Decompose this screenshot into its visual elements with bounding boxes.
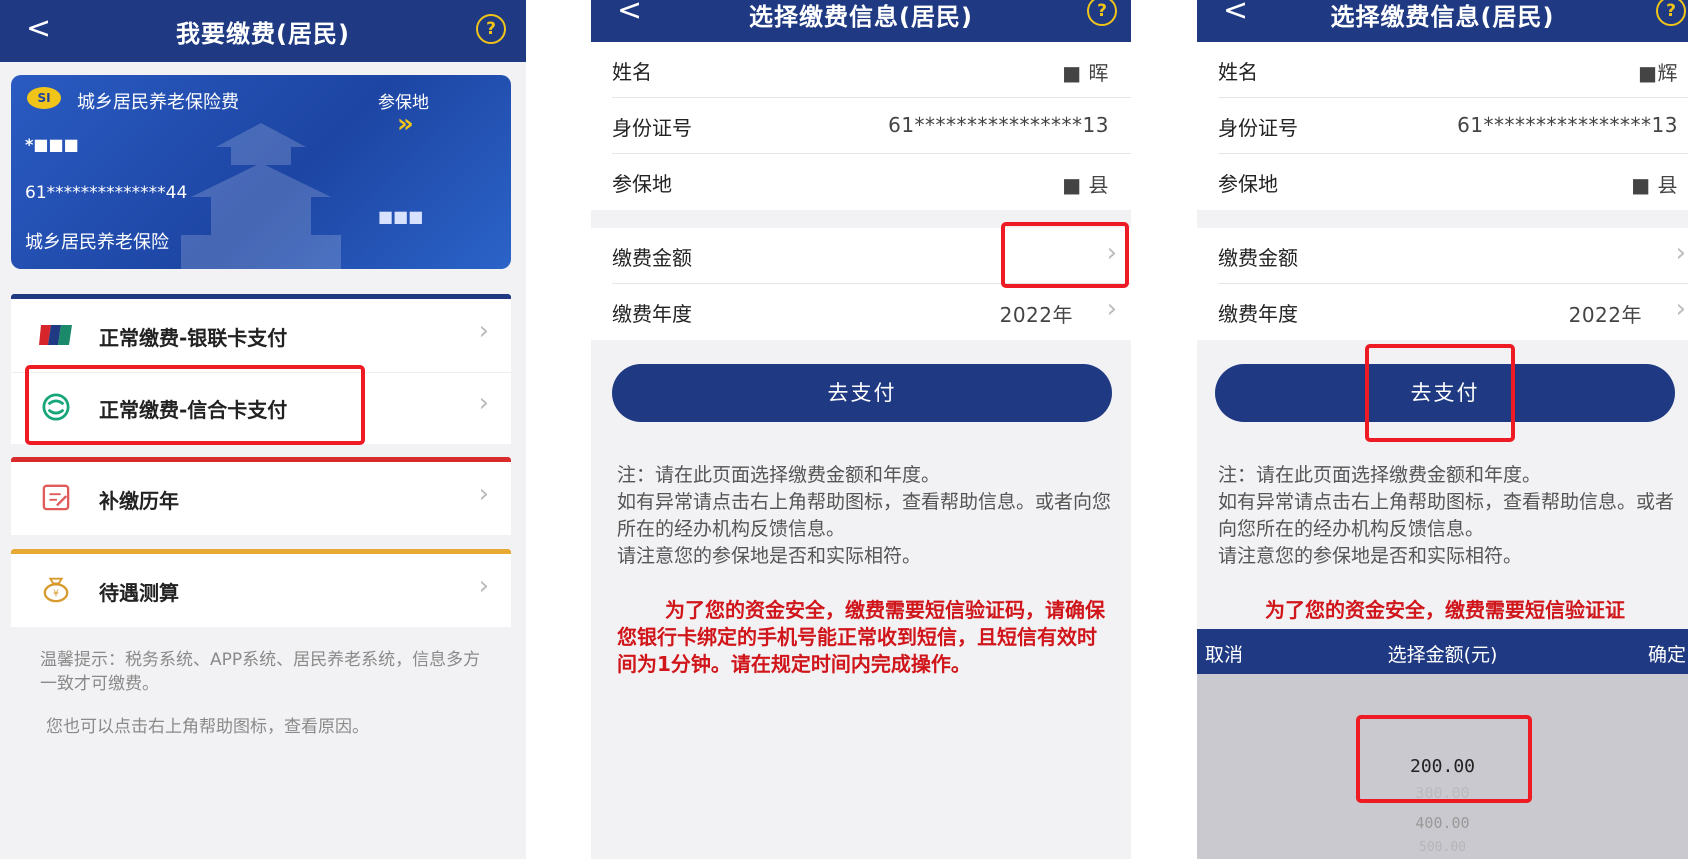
double-chevron-icon[interactable]: » — [397, 109, 414, 139]
chevron-right-icon: › — [478, 388, 489, 418]
bell-tower-icon — [181, 123, 341, 269]
chevron-right-icon: › — [1675, 294, 1686, 324]
menu-label: 待遇测算 — [99, 581, 179, 605]
id-value: 61****************13 — [1457, 113, 1678, 137]
calendar-edit-icon — [42, 484, 70, 511]
page-title: 我要缴费(居民) — [176, 20, 350, 48]
menu-item-benefit-calc[interactable]: ¥ 待遇测算 › — [11, 549, 511, 627]
note-text: 注：请在此页面选择缴费金额和年度。 如有异常请点击右上角帮助图标，查看帮助信息。… — [617, 464, 1112, 567]
top-bar: < 我要缴费(居民) ? — [0, 0, 526, 62]
chevron-right-icon: › — [1675, 238, 1686, 268]
row-name: 姓名 ■ 晖 — [591, 42, 1131, 98]
card-id-number: 61**************44 — [25, 183, 188, 203]
year-value: 2022年 — [999, 303, 1073, 327]
pay-button[interactable]: 去支付 — [612, 364, 1112, 422]
social-security-logo-icon: SI — [27, 87, 61, 109]
location-value: ■ 县 — [1631, 173, 1678, 197]
menu-label: 正常缴费-银联卡支付 — [99, 326, 288, 350]
chevron-right-icon: › — [478, 571, 489, 601]
unionpay-icon — [39, 325, 72, 345]
picker-option[interactable]: 500.00 — [1197, 840, 1688, 855]
chevron-right-icon: › — [478, 479, 489, 509]
row-payment-year[interactable]: 缴费年度 2022年 › — [1197, 284, 1688, 340]
row-location: 参保地 ■ 县 — [591, 154, 1131, 210]
top-bar: < 选择缴费信息(居民) ? — [1197, 0, 1688, 42]
year-value: 2022年 — [1568, 303, 1642, 327]
year-label: 缴费年度 — [612, 302, 692, 326]
security-warning: 为了您的资金安全，缴费需要短信验证码，请确保您银行卡绑定的手机号能正常收到短信，… — [617, 598, 1105, 676]
picker-title: 选择金额(元) — [1387, 644, 1498, 666]
year-label: 缴费年度 — [1218, 302, 1298, 326]
insurance-card[interactable]: SI 城乡居民养老保险费 参保地 » *■■■ 61**************… — [11, 75, 511, 269]
card-title: 城乡居民养老保险费 — [77, 92, 239, 113]
id-label: 身份证号 — [612, 116, 692, 140]
chevron-right-icon: › — [1106, 294, 1117, 324]
highlight-box — [1365, 344, 1515, 442]
warm-tip-text: 温馨提示：税务系统、APP系统、居民养老系统，信息多方一致才可缴费。 — [40, 650, 481, 694]
row-payment-year[interactable]: 缴费年度 2022年 › — [591, 284, 1131, 340]
name-value: ■ 晖 — [1062, 61, 1109, 85]
highlight-box — [1001, 222, 1129, 288]
location-label: 参保地 — [612, 172, 672, 196]
svg-text:¥: ¥ — [53, 588, 59, 599]
menu-item-back-payment[interactable]: 补缴历年 › — [11, 457, 511, 535]
help-tip-text: 您也可以点击右上角帮助图标，查看原因。 — [46, 717, 369, 737]
card-holder-name: *■■■ — [25, 135, 79, 154]
row-id-number: 身份证号 61****************13 — [1197, 98, 1688, 154]
screen-select-amount-picker: < 选择缴费信息(居民) ? 姓名 ■辉 身份证号 61************… — [1197, 0, 1688, 859]
id-label: 身份证号 — [1218, 116, 1298, 140]
page-title: 选择缴费信息(居民) — [749, 3, 973, 31]
name-value: ■辉 — [1638, 61, 1678, 85]
amount-label: 缴费金额 — [612, 246, 692, 270]
picker-confirm-button[interactable]: 确定 — [1648, 640, 1686, 667]
screen-my-payment: < 我要缴费(居民) ? SI 城乡居民养老保险费 参保地 » *■■■ 61*… — [0, 0, 526, 859]
row-location: 参保地 ■ 县 — [1197, 154, 1688, 210]
name-label: 姓名 — [1218, 60, 1258, 84]
chevron-right-icon: › — [478, 316, 489, 346]
row-name: 姓名 ■辉 — [1197, 42, 1688, 98]
security-warning: 为了您的资金安全，缴费需要短信验证证 — [1265, 598, 1625, 622]
top-bar: < 选择缴费信息(居民) ? — [591, 0, 1131, 42]
picker-option[interactable]: 400.00 — [1197, 814, 1688, 832]
location-label: 参保地 — [1218, 172, 1278, 196]
amount-label: 缴费金额 — [1218, 246, 1298, 270]
menu-item-unionpay[interactable]: 正常缴费-银联卡支付 › — [11, 294, 511, 372]
page-title: 选择缴费信息(居民) — [1330, 3, 1555, 31]
accent-line — [11, 549, 511, 554]
name-label: 姓名 — [612, 60, 652, 84]
location-value: ■ 县 — [1062, 173, 1109, 197]
money-bag-icon: ¥ — [43, 577, 69, 603]
highlight-box — [25, 365, 365, 445]
screen-select-payment-info: < 选择缴费信息(居民) ? 姓名 ■ 晖 身份证号 61***********… — [591, 0, 1131, 859]
help-icon[interactable]: ? — [476, 14, 506, 44]
row-id-number: 身份证号 61****************13 — [591, 98, 1131, 154]
note-text: 注：请在此页面选择缴费金额和年度。 如有异常请点击右上角帮助图标，查看帮助信息。… — [1218, 464, 1675, 567]
picker-toolbar: 取消 选择金额(元) 确定 — [1197, 629, 1688, 674]
highlight-box — [1356, 715, 1532, 803]
accent-line — [11, 457, 511, 462]
accent-line — [11, 294, 511, 299]
card-city: ■■■ — [378, 207, 424, 226]
menu-label: 补缴历年 — [99, 489, 179, 513]
row-payment-amount[interactable]: 缴费金额 › — [1197, 228, 1688, 284]
card-insurance-type: 城乡居民养老保险 — [25, 232, 169, 253]
id-value: 61****************13 — [888, 113, 1109, 137]
